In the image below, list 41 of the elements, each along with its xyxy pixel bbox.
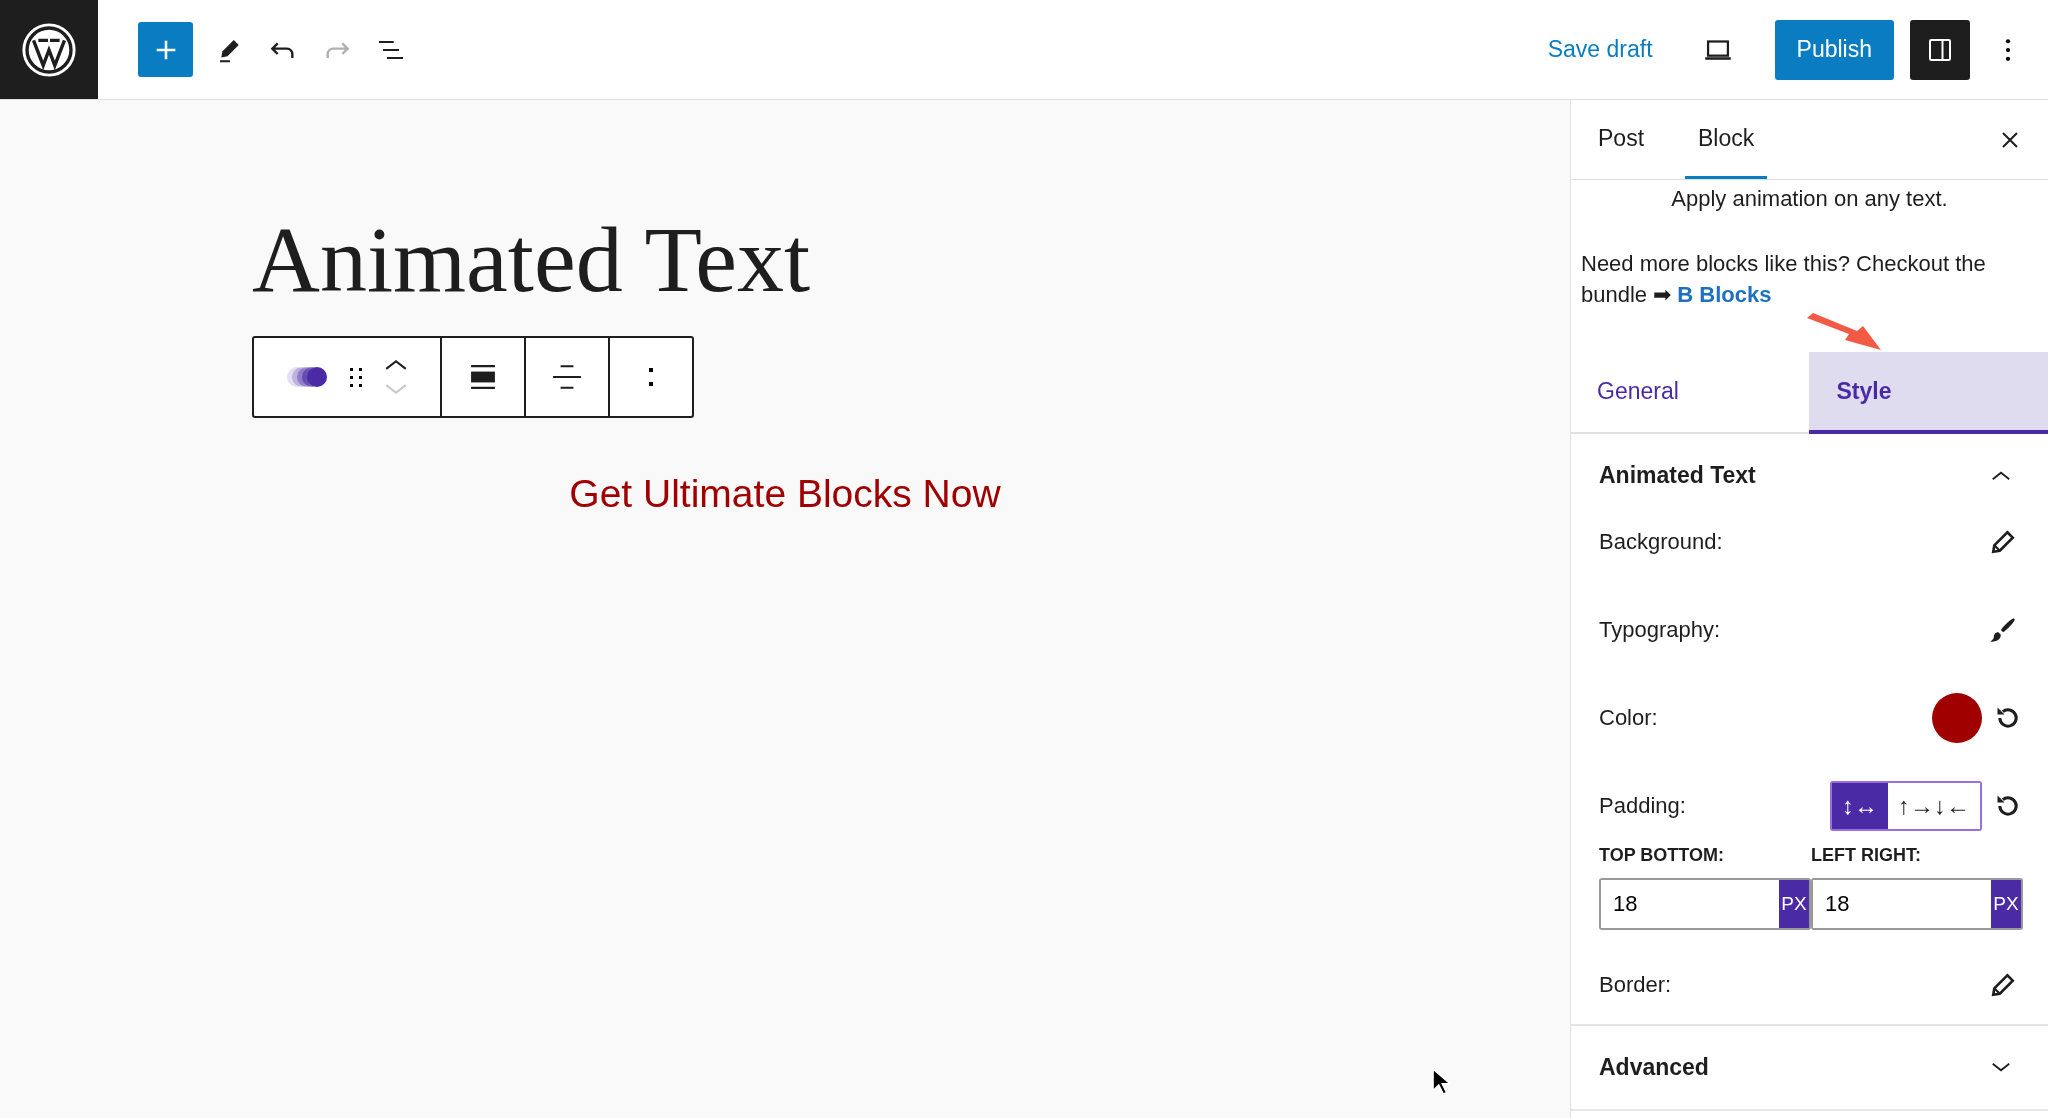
wordpress-logo[interactable]: [0, 0, 98, 99]
field-label: LEFT RIGHT:: [1811, 845, 1922, 866]
panel-header[interactable]: Advanced: [1571, 1026, 2048, 1109]
promo-text: Need more blocks like this? Checkout the bundle ➡ B Blocks: [1580, 250, 1987, 309]
align-wide-icon[interactable]: [470, 364, 496, 390]
color-swatch[interactable]: [1932, 693, 1982, 743]
setting-label: Padding:: [1599, 793, 1687, 819]
drag-handle-icon[interactable]: [349, 365, 363, 389]
settings-tab[interactable]: General: [1571, 352, 1809, 434]
animated-dots-icon[interactable]: [285, 365, 329, 389]
panel-header[interactable]: Animated Text: [1571, 434, 2048, 517]
cta-link[interactable]: Get Ultimate Blocks Now: [569, 472, 1001, 515]
padding-mode-toggle[interactable]: ↕↔: [1832, 783, 1888, 829]
sidebar-toggle-button[interactable]: [1910, 19, 1970, 80]
save-draft-link[interactable]: Save draft: [1547, 36, 1653, 63]
options-icon[interactable]: [648, 365, 654, 389]
move-up-icon[interactable]: [383, 358, 409, 371]
chevron-up-icon: [1990, 470, 2012, 481]
setting-label: Color:: [1599, 705, 1659, 731]
setting-label: Typography:: [1599, 617, 1722, 643]
add-block-button[interactable]: [138, 22, 193, 77]
post-title[interactable]: Animated Text: [252, 212, 1570, 306]
pencil-icon[interactable]: [1990, 972, 2016, 998]
paintbrush-icon[interactable]: [1988, 616, 2016, 644]
chevron-down-icon: [1990, 1062, 2012, 1073]
number-field[interactable]: 18 PX: [1811, 878, 2023, 930]
bundle-link[interactable]: B Blocks: [1677, 282, 1772, 307]
unit-label[interactable]: PX: [1779, 880, 1809, 928]
setting-label: Border:: [1599, 972, 1673, 998]
publish-button[interactable]: Publish: [1774, 19, 1894, 80]
unit-label[interactable]: PX: [1991, 880, 2021, 928]
sidebar-tab[interactable]: Block: [1685, 100, 1768, 179]
setting-label: Background:: [1599, 529, 1724, 555]
number-field[interactable]: 18 PX: [1599, 878, 1811, 930]
field-label: TOP BOTTOM:: [1599, 845, 1725, 866]
align-center-icon[interactable]: [552, 364, 582, 390]
block-description: Apply animation on any text.: [1670, 186, 1949, 212]
sidebar-tab[interactable]: Post: [1585, 100, 1658, 179]
mouse-cursor-icon: [1432, 1068, 1450, 1095]
settings-tab[interactable]: Style: [1808, 352, 2048, 434]
pencil-icon[interactable]: [1990, 529, 2016, 555]
